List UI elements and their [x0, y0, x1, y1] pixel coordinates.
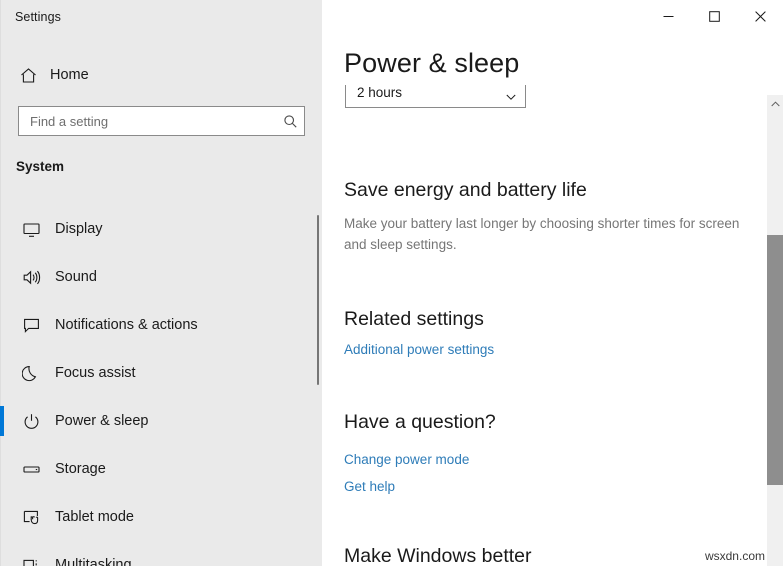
scroll-up-arrow-icon[interactable] [767, 95, 783, 112]
home-icon [14, 67, 42, 84]
content-scrollbar[interactable] [766, 95, 783, 566]
save-energy-description: Make your battery last longer by choosin… [344, 216, 740, 252]
tablet-hand-icon [16, 508, 46, 527]
save-energy-heading: Save energy and battery life [344, 179, 587, 201]
maximize-button[interactable] [691, 0, 737, 32]
chevron-down-icon [506, 88, 516, 106]
link-change-power-mode[interactable]: Change power mode [344, 452, 469, 467]
search-icon[interactable] [276, 114, 304, 129]
related-settings-heading: Related settings [344, 308, 484, 330]
sidebar: Settings Home System [0, 0, 322, 566]
sidebar-item-power-and-sleep[interactable]: Power & sleep [0, 397, 322, 445]
sidebar-item-tablet-mode[interactable]: Tablet mode [0, 493, 322, 541]
storage-drive-icon [16, 460, 46, 479]
sidebar-scrollbar[interactable] [317, 215, 319, 385]
settings-window: Settings Home System [0, 0, 783, 566]
sidebar-item-storage-label: Storage [55, 461, 106, 477]
app-title: Settings [15, 10, 61, 24]
speaker-icon [16, 268, 46, 287]
window-titlebar [322, 0, 783, 32]
sidebar-item-home[interactable]: Home [0, 60, 322, 90]
sleep-timeout-value: 2 hours [357, 85, 403, 100]
sidebar-item-power-and-sleep-label: Power & sleep [55, 413, 149, 429]
moon-icon [16, 364, 46, 383]
search-input[interactable] [19, 113, 276, 129]
sidebar-item-notifications-label: Notifications & actions [55, 317, 198, 333]
scrollbar-thumb[interactable] [767, 235, 783, 485]
sidebar-item-sound-label: Sound [55, 269, 97, 285]
sidebar-item-sound[interactable]: Sound [0, 253, 322, 301]
sidebar-item-display-label: Display [55, 221, 103, 237]
sidebar-item-notifications[interactable]: Notifications & actions [0, 301, 322, 349]
search-box[interactable] [18, 106, 305, 136]
content-panel: Power & sleep 2 hours Save energy and ba… [322, 0, 783, 566]
sidebar-item-tablet-mode-label: Tablet mode [55, 509, 134, 525]
power-icon [16, 412, 46, 431]
multitasking-icon [16, 556, 46, 566]
link-get-help[interactable]: Get help [344, 479, 395, 494]
link-additional-power-settings[interactable]: Additional power settings [344, 342, 494, 357]
close-button[interactable] [737, 0, 783, 32]
page-title: Power & sleep [344, 48, 520, 78]
sidebar-item-display[interactable]: Display [0, 205, 322, 253]
have-a-question-heading: Have a question? [344, 411, 496, 433]
make-windows-better-heading: Make Windows better [344, 545, 532, 566]
watermark: wsxdn.com [704, 549, 765, 563]
sidebar-item-home-label: Home [50, 67, 89, 83]
sleep-timeout-dropdown[interactable]: 2 hours [345, 85, 526, 108]
sidebar-item-multitasking[interactable]: Multitasking [0, 541, 322, 566]
sidebar-item-storage[interactable]: Storage [0, 445, 322, 493]
selection-indicator [0, 406, 4, 436]
sidebar-nav-list: Display Sound Notifications & actions Fo… [0, 205, 322, 566]
sidebar-item-focus-assist-label: Focus assist [55, 365, 136, 381]
sleep-timeout-dropdown-clip: 2 hours [345, 85, 526, 108]
sidebar-group-label: System [16, 159, 65, 174]
sidebar-item-multitasking-label: Multitasking [55, 557, 132, 566]
monitor-icon [16, 220, 46, 239]
sidebar-item-focus-assist[interactable]: Focus assist [0, 349, 322, 397]
minimize-button[interactable] [645, 0, 691, 32]
speech-bubble-icon [16, 316, 46, 335]
